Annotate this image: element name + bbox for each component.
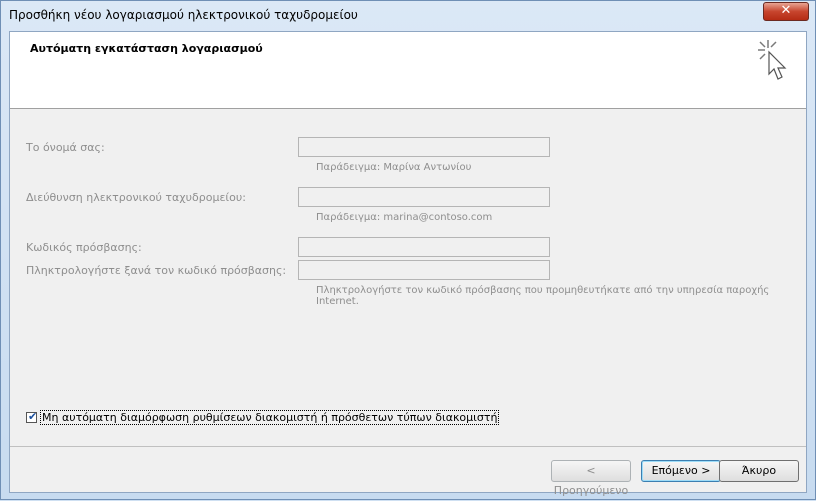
email-input[interactable] (298, 187, 550, 207)
wizard-header: Αυτόματη εγκατάσταση λογαριασμού (10, 32, 806, 109)
wizard-cursor-icon (758, 40, 787, 80)
name-label: Το όνομά σας: (26, 141, 105, 154)
manual-config-checkbox[interactable]: ✔ (26, 410, 38, 423)
name-hint: Παράδειγμα: Μαρίνα Αντωνίου (316, 162, 472, 173)
dialog-window: Προσθήκη νέου λογαριασμού ηλεκτρονικού τ… (0, 0, 816, 500)
checkmark-icon: ✔ (28, 410, 38, 423)
name-input[interactable] (298, 137, 550, 157)
close-button[interactable]: ✕ (763, 2, 809, 21)
email-label: Διεύθυνση ηλεκτρονικού ταχυδρομείου: (26, 191, 246, 204)
retype-password-input[interactable] (298, 260, 550, 280)
footer-divider (10, 446, 806, 447)
cancel-button[interactable]: Άκυρο (719, 460, 799, 482)
email-hint: Παράδειγμα: marina@contoso.com (316, 212, 493, 223)
page-title: Αυτόματη εγκατάσταση λογαριασμού (30, 42, 263, 55)
manual-config-option[interactable]: ✔ Μη αυτόματη διαμόρφωση ρυθμίσεων διακο… (26, 410, 500, 425)
password-input[interactable] (298, 237, 550, 257)
dialog-client-area: Αυτόματη εγκατάσταση λογαριασμού Το όνομ… (9, 31, 807, 497)
next-button[interactable]: Επόμενο > (641, 460, 721, 482)
password-hint: Πληκτρολογήστε τον κωδικό πρόσβασης που … (316, 285, 770, 307)
back-button[interactable]: < Προηγούμενο (551, 460, 631, 497)
password-label: Κωδικός πρόσβασης: (26, 241, 142, 254)
title-bar[interactable]: Προσθήκη νέου λογαριασμού ηλεκτρονικού τ… (1, 1, 815, 29)
manual-config-label[interactable]: Μη αυτόματη διαμόρφωση ρυθμίσεων διακομι… (40, 410, 500, 425)
retype-password-label: Πληκτρολογήστε ξανά τον κωδικό πρόσβασης… (26, 264, 287, 277)
window-title: Προσθήκη νέου λογαριασμού ηλεκτρονικού τ… (9, 8, 358, 22)
